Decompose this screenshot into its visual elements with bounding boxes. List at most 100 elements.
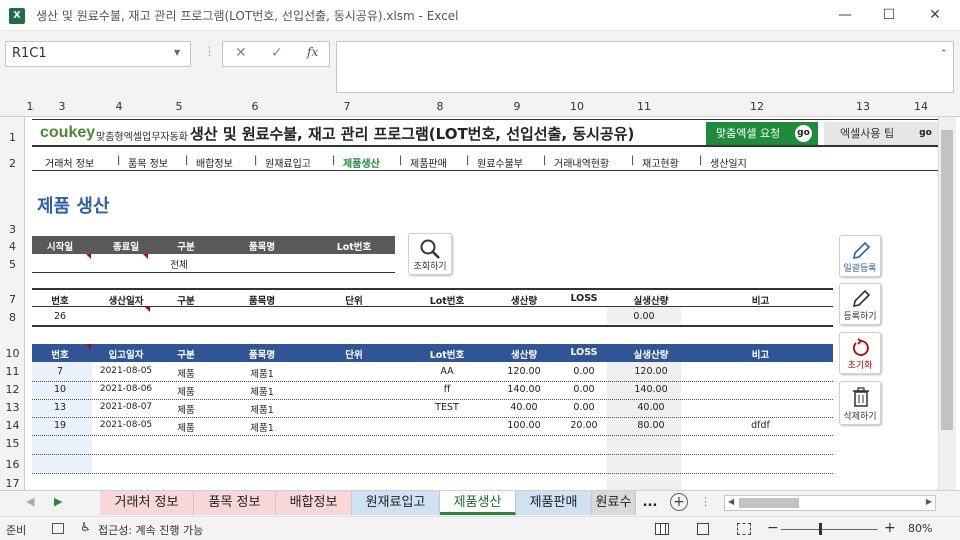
logo-tagline: 맞춤형엑셀업무자동화 (96, 132, 188, 143)
horizontal-scrollbar[interactable]: ◀ ▶ (724, 495, 936, 511)
row-header[interactable]: 10 (0, 347, 25, 360)
col-header[interactable]: 7 (301, 100, 393, 113)
row-loss: 0.00 (573, 366, 595, 377)
minimize-button[interactable]: — (822, 0, 868, 31)
tab-recipe-info[interactable]: 배합정보 (276, 491, 352, 515)
vertical-scroll-thumb[interactable] (941, 130, 953, 430)
row-header[interactable]: 12 (0, 383, 25, 396)
entry-header-loss: LOSS (570, 293, 598, 304)
table-row[interactable]: 10 2021-08-06 제품 제품1 ff 140.00 0.00 140.… (32, 381, 833, 399)
col-header[interactable]: 13 (833, 100, 893, 113)
custom-excel-request-button[interactable]: 맞춤엑셀 요청 go (706, 122, 818, 145)
col-header[interactable]: 11 (607, 100, 681, 113)
row-header[interactable]: 4 (0, 240, 25, 253)
row-header[interactable]: 1 (0, 131, 25, 144)
entry-no[interactable]: 26 (32, 311, 88, 322)
row-header[interactable]: 3 (0, 223, 25, 236)
search-header-type: 구분 (177, 242, 195, 253)
delete-button[interactable]: 삭제하기 (839, 381, 881, 425)
col-header[interactable]: 9 (487, 100, 547, 113)
reset-button[interactable]: 초기화 (839, 332, 881, 374)
cancel-icon[interactable]: ✕ (235, 45, 247, 61)
tab-material-ledger[interactable]: 원료수 (592, 491, 636, 515)
nav-material-receipt[interactable]: 원재료입고 (265, 155, 311, 170)
nav-customer-info[interactable]: 거래처 정보 (45, 155, 94, 170)
row-header[interactable]: 8 (0, 311, 25, 324)
scroll-left-icon[interactable]: ◀ (26, 495, 34, 508)
enter-icon[interactable]: ✓ (271, 45, 283, 61)
tab-item-info[interactable]: 품목 정보 (194, 491, 276, 515)
zoom-slider-thumb[interactable] (819, 523, 822, 535)
chevron-down-icon[interactable]: ▼ (174, 48, 180, 57)
row-header[interactable]: 17 (0, 477, 25, 490)
col-header[interactable]: 14 (893, 100, 949, 113)
column-header-bar: 1 3 4 5 6 7 8 9 10 11 12 13 14 (0, 97, 960, 117)
excel-tips-button[interactable]: 엑셀사용 팁 go (824, 122, 940, 145)
search-type-value[interactable]: 전체 (149, 257, 209, 271)
table-row[interactable]: 13 2021-08-07 제품 제품1 TEST 40.00 0.00 40.… (32, 399, 833, 417)
row-real-qty: 140.00 (634, 384, 668, 395)
page-break-icon[interactable] (737, 523, 751, 535)
chevron-up-icon[interactable]: ⌃ (940, 49, 948, 59)
horizontal-scroll-thumb[interactable] (739, 498, 799, 508)
nav-recipe-info[interactable]: 배합정보 (196, 155, 233, 170)
tab-production[interactable]: 제품생산 (440, 491, 516, 515)
row-header[interactable]: 13 (0, 401, 25, 414)
close-button[interactable]: ✕ (912, 0, 958, 31)
nav-production-log[interactable]: 생산일지 (710, 155, 747, 170)
name-box[interactable]: R1C1 (5, 41, 191, 67)
nav-production[interactable]: 제품생산 (343, 155, 380, 170)
scroll-right-icon[interactable]: ▶ (926, 497, 932, 506)
zoom-level[interactable]: 80% (908, 522, 932, 535)
coukey-logo: coukey (40, 124, 96, 141)
nav-material-ledger[interactable]: 원료수불부 (477, 155, 523, 170)
row-header[interactable]: 11 (0, 365, 25, 378)
maximize-button[interactable]: ☐ (866, 0, 912, 31)
window-title: 생산 및 원료수불, 재고 관리 프로그램(LOT번호, 선입선출, 동시공유)… (36, 9, 459, 23)
tab-sales[interactable]: 제품판매 (516, 491, 592, 515)
col-header[interactable]: 4 (89, 100, 149, 113)
search-button[interactable]: 조회하기 (408, 233, 452, 275)
nav-transactions[interactable]: 거래내역현황 (554, 155, 609, 170)
nav-sales[interactable]: 제품판매 (410, 155, 447, 170)
normal-view-icon[interactable] (655, 523, 669, 535)
col-header[interactable]: 10 (547, 100, 607, 113)
row-header[interactable]: 15 (0, 437, 25, 450)
col-header[interactable]: 6 (209, 100, 301, 113)
row-header[interactable]: 16 (0, 458, 25, 471)
row-header[interactable]: 7 (0, 293, 25, 306)
table-row[interactable]: 7 2021-08-05 제품 제품1 AA 120.00 0.00 120.0… (32, 363, 833, 381)
insert-function-icon[interactable]: fx (307, 45, 318, 59)
zoom-in-button[interactable]: + (884, 520, 896, 536)
scroll-left-icon[interactable]: ◀ (728, 497, 734, 506)
tab-material-receipt[interactable]: 원재료입고 (352, 491, 440, 515)
entry-header-type: 구분 (177, 296, 195, 307)
worksheet[interactable]: coukey 맞춤형엑셀업무자동화 생산 및 원료수불, 재고 관리 프로그램(… (25, 117, 947, 490)
accessibility-status[interactable]: 접근성: 계속 진행 가능 (98, 522, 203, 538)
more-tabs-button[interactable]: ... (636, 491, 664, 515)
tab-customer-info[interactable]: 거래처 정보 (100, 491, 194, 515)
formula-input[interactable] (336, 41, 954, 93)
col-header[interactable]: 1 (25, 100, 35, 113)
bulk-register-button[interactable]: 일괄등록 (839, 235, 881, 277)
col-header[interactable]: 8 (393, 100, 487, 113)
row-header[interactable]: 2 (0, 157, 25, 170)
scroll-right-icon[interactable]: ▶ (54, 495, 62, 508)
col-header[interactable]: 3 (35, 100, 89, 113)
divider (32, 306, 833, 307)
nav-inventory[interactable]: 재고현황 (642, 155, 679, 170)
accessibility-icon[interactable]: ♿ (80, 520, 91, 534)
row-header[interactable]: 14 (0, 419, 25, 432)
page-layout-icon[interactable] (697, 523, 709, 535)
add-sheet-icon[interactable]: + (670, 493, 688, 511)
zoom-slider[interactable] (781, 529, 877, 530)
col-header[interactable]: 12 (681, 100, 833, 113)
nav-item-info[interactable]: 품목 정보 (128, 155, 168, 170)
table-row[interactable]: 19 2021-08-05 제품 제품1 100.00 20.00 80.00 … (32, 417, 833, 435)
register-button[interactable]: 등록하기 (839, 283, 881, 325)
banner: coukey 맞춤형엑셀업무자동화 생산 및 원료수불, 재고 관리 프로그램(… (32, 119, 942, 147)
zoom-out-button[interactable]: − (767, 520, 779, 536)
row-header[interactable]: 5 (0, 258, 25, 271)
macro-record-icon[interactable] (52, 523, 64, 534)
col-header[interactable]: 5 (149, 100, 209, 113)
